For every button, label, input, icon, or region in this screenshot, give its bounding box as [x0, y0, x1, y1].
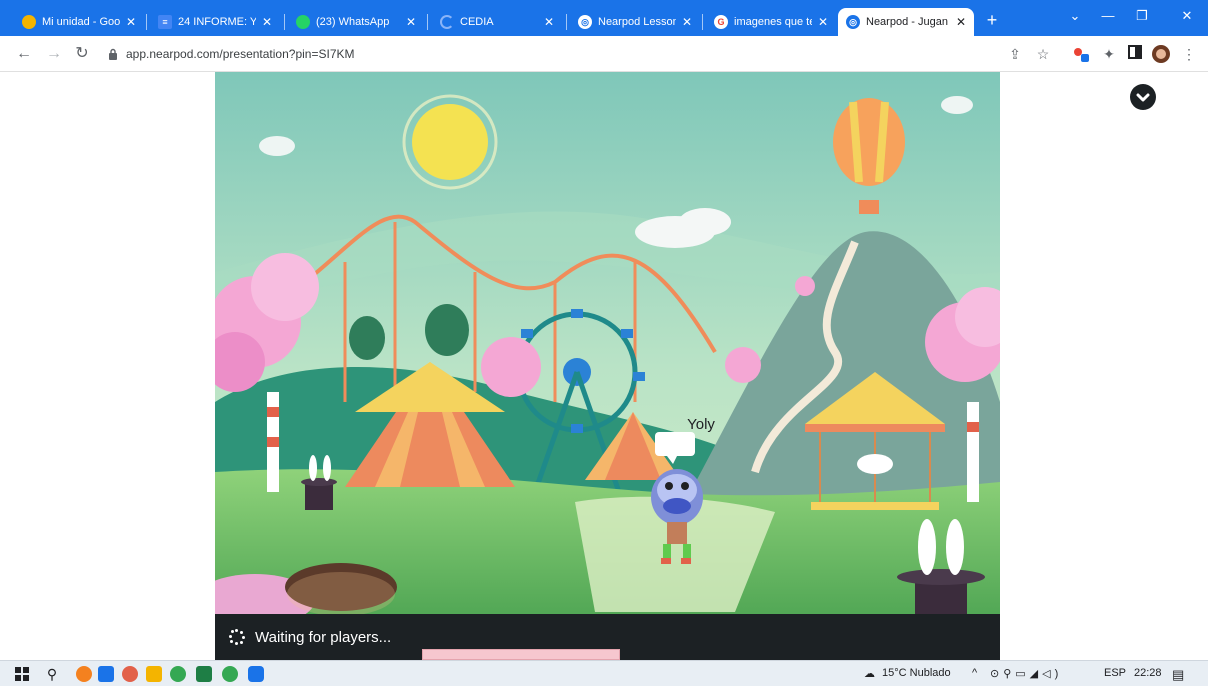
close-tab-icon[interactable]: ✕ [682, 15, 692, 29]
tab-informe[interactable]: ≡ 24 INFORME: YA ✕ [150, 8, 280, 36]
windows-start-icon[interactable] [14, 666, 30, 682]
excel-icon[interactable] [196, 666, 212, 682]
drive-icon [22, 15, 36, 29]
tab-title: 24 INFORME: YA [178, 16, 256, 28]
windows-taskbar: ⚲ ☁ 15°C Nublado ^ ⊙⚲▭◢◁) ESP 22:28 ▤ [0, 660, 1208, 686]
tab-title: (23) WhatsApp [316, 16, 390, 28]
app-icon[interactable] [248, 666, 264, 682]
tab-imagenes[interactable]: G imagenes que te ✕ [706, 8, 836, 36]
nearpod-icon: ◎ [846, 15, 860, 29]
app-icon[interactable] [122, 666, 138, 682]
close-tab-icon[interactable]: ✕ [544, 15, 554, 29]
tab-title: Nearpod - Jugan [866, 16, 948, 28]
close-tab-icon[interactable]: ✕ [262, 15, 272, 29]
weather-icon[interactable]: ☁ [864, 667, 875, 680]
page-content: Yoly Waiting for players... [0, 72, 1208, 660]
close-window-button[interactable]: ✕ [1172, 8, 1202, 24]
google-icon: G [714, 15, 728, 29]
share-icon[interactable]: ⇪ [1006, 45, 1024, 63]
tray-chevron-icon[interactable]: ^ [972, 667, 977, 679]
tab-title: imagenes que te [734, 16, 812, 28]
address-bar[interactable]: app.nearpod.com/presentation?pin=SI7KM [108, 42, 996, 66]
player-name-label: Yoly [687, 416, 715, 433]
tab-title: Nearpod Lesson [598, 16, 676, 28]
tab-title: Mi unidad - Goo [42, 16, 120, 28]
file-explorer-icon[interactable] [146, 666, 162, 682]
screen-share-thumbnail[interactable] [422, 649, 620, 660]
tab-nearpod-jugando[interactable]: ◎ Nearpod - Jugan ✕ [838, 8, 974, 36]
search-icon[interactable]: ⚲ [44, 666, 60, 682]
url-text: app.nearpod.com/presentation?pin=SI7KM [126, 47, 355, 61]
bookmark-star-icon[interactable]: ☆ [1034, 45, 1052, 63]
side-panel-icon[interactable] [1126, 45, 1144, 63]
nearpod-icon: ◎ [578, 15, 592, 29]
game-scene: Yoly [215, 72, 1000, 660]
chevron-down-icon [1136, 93, 1150, 102]
notifications-icon[interactable]: ▤ [1172, 667, 1184, 683]
docs-icon: ≡ [158, 15, 172, 29]
firefox-icon[interactable] [76, 666, 92, 682]
minimize-button[interactable]: — [1093, 8, 1123, 23]
close-tab-icon[interactable]: ✕ [818, 15, 828, 29]
outlook-icon[interactable] [98, 666, 114, 682]
carnival-illustration [215, 72, 1000, 660]
clock[interactable]: 22:28 [1134, 667, 1162, 679]
tab-nearpod-lesson[interactable]: ◎ Nearpod Lesson ✕ [570, 8, 700, 36]
profile-avatar[interactable] [1152, 45, 1170, 63]
chrome-icon[interactable] [170, 666, 186, 682]
system-tray-icons[interactable]: ⊙⚲▭◢◁) [990, 667, 1062, 680]
tab-search-icon[interactable]: ⌄ [1060, 8, 1090, 24]
tab-title: CEDIA [460, 16, 494, 28]
browser-tab-strip: Mi unidad - Goo ✕ ≡ 24 INFORME: YA ✕ (23… [0, 0, 1208, 36]
loading-icon [440, 15, 454, 29]
lock-icon [108, 48, 118, 60]
close-tab-icon[interactable]: ✕ [956, 15, 966, 29]
extensions-puzzle-icon[interactable]: ✦ [1100, 45, 1118, 63]
tab-whatsapp[interactable]: (23) WhatsApp ✕ [288, 8, 424, 36]
whatsapp-icon [296, 15, 310, 29]
weather-text[interactable]: 15°C Nublado [882, 667, 951, 679]
browser-toolbar: ← → ↻ app.nearpod.com/presentation?pin=S… [0, 36, 1208, 72]
collapse-chevron-button[interactable] [1130, 84, 1156, 110]
extension-badge-icon[interactable] [1072, 45, 1090, 63]
waiting-status-text: Waiting for players... [255, 628, 392, 646]
close-tab-icon[interactable]: ✕ [126, 15, 136, 29]
back-arrow-icon[interactable]: ← [14, 44, 34, 64]
browser-menu-icon[interactable]: ⋮ [1180, 45, 1198, 63]
chrome-profile-icon[interactable] [222, 666, 238, 682]
close-tab-icon[interactable]: ✕ [406, 15, 416, 29]
forward-arrow-icon[interactable]: → [44, 44, 64, 64]
language-indicator[interactable]: ESP [1104, 667, 1126, 679]
reload-icon[interactable]: ↻ [72, 44, 92, 64]
tab-mi-unidad[interactable]: Mi unidad - Goo ✕ [14, 8, 144, 36]
restore-button[interactable]: ❐ [1127, 8, 1157, 24]
tab-cedia[interactable]: CEDIA ✕ [432, 8, 562, 36]
loading-spinner-icon [229, 629, 245, 645]
new-tab-button[interactable]: + [980, 10, 1004, 32]
